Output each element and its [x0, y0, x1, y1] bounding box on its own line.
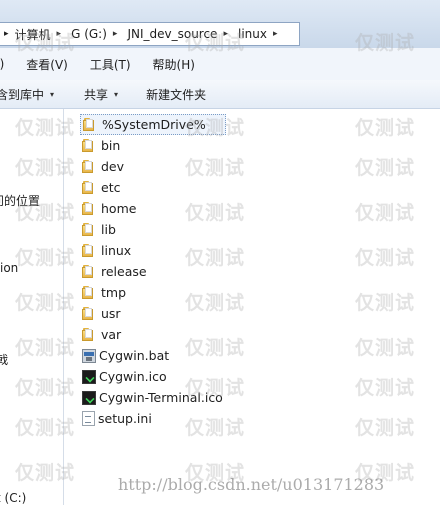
watermark-text: 仅测试 — [355, 292, 416, 314]
file-name: lib — [101, 222, 116, 237]
file-name: etc — [101, 180, 121, 195]
new-folder-button[interactable]: 新建文件夹 — [146, 86, 206, 103]
share-label: 共享 — [84, 87, 109, 102]
file-row-usr[interactable]: usr — [80, 303, 226, 324]
folder-icon — [82, 265, 98, 278]
batch-file-icon — [82, 348, 96, 363]
watermark-text: 仅测试 — [355, 157, 416, 179]
breadcrumb-computer[interactable]: 计算机 ▸ — [9, 26, 66, 43]
file-list: %SystemDrive% bin dev etc home lib linux… — [80, 114, 226, 429]
folder-icon — [82, 160, 98, 173]
file-row-setup-ini[interactable]: setup.ini — [80, 408, 226, 429]
new-folder-label: 新建文件夹 — [146, 87, 207, 102]
file-row-cygwin-bat[interactable]: Cygwin.bat — [80, 345, 226, 366]
navigation-pane: 问的位置 ion 戟 t (C:) — [0, 109, 64, 505]
folder-icon — [82, 202, 98, 215]
file-row-linux[interactable]: linux — [80, 240, 226, 261]
breadcrumb-label: 计算机 — [14, 27, 51, 42]
terminal-icon — [82, 369, 96, 384]
file-name: Cygwin.bat — [99, 348, 170, 363]
file-name: home — [101, 201, 137, 216]
watermark-text: 仅测试 — [355, 117, 416, 139]
watermark-text: 仅测试 — [355, 337, 416, 359]
chevron-down-icon: ▾ — [114, 89, 119, 99]
breadcrumb-jni-dev-source[interactable]: JNI_dev_source ▸ — [121, 27, 232, 41]
folder-icon — [82, 139, 98, 152]
include-in-library-button[interactable]: 含到库中 ▾ — [0, 86, 54, 103]
file-row-lib[interactable]: lib — [80, 219, 226, 240]
file-name: linux — [101, 243, 132, 258]
folder-icon — [82, 307, 98, 320]
file-name: bin — [101, 138, 121, 153]
file-name: var — [101, 327, 122, 342]
menu-bar: E) 查看(V) 工具(T) 帮助(H) — [0, 48, 440, 81]
watermark-credit-url: http://blog.csdn.net/u013171283 — [118, 475, 385, 494]
menu-view[interactable]: 查看(V) — [15, 56, 79, 73]
include-in-library-label: 含到库中 — [0, 87, 45, 102]
terminal-icon — [82, 390, 96, 405]
command-toolbar: 含到库中 ▾ 共享 ▾ 新建文件夹 — [0, 80, 440, 109]
file-row-var[interactable]: var — [80, 324, 226, 345]
breadcrumb-label: JNI_dev_source — [127, 27, 218, 41]
folder-icon — [82, 286, 98, 299]
breadcrumb-arrow-icon[interactable]: ▸ — [273, 29, 278, 39]
watermark-text: 仅测试 — [355, 202, 416, 224]
share-button[interactable]: 共享 ▾ — [84, 86, 118, 103]
watermark-text: 仅测试 — [355, 377, 416, 399]
file-name: %SystemDrive% — [102, 117, 206, 132]
nav-item-location[interactable]: ion — [0, 261, 18, 275]
breadcrumb-label: linux — [237, 27, 267, 41]
nav-item-network[interactable]: 戟 — [0, 351, 8, 368]
file-row-home[interactable]: home — [80, 198, 226, 219]
watermark-text: 仅测试 — [355, 417, 416, 439]
chevron-down-icon: ▾ — [50, 89, 55, 99]
file-name: Cygwin.ico — [99, 369, 167, 384]
watermark-text: 仅测试 — [355, 247, 416, 269]
breadcrumb-back-arrow[interactable]: ▸ — [0, 29, 9, 39]
nav-item-local-disk-c[interactable]: t (C:) — [0, 491, 26, 505]
file-name: usr — [101, 306, 121, 321]
nav-item-recent-places[interactable]: 问的位置 — [0, 192, 40, 209]
file-name: release — [101, 264, 147, 279]
breadcrumb-arrow-icon[interactable]: ▸ — [57, 29, 62, 39]
menu-help[interactable]: 帮助(H) — [142, 56, 206, 73]
file-name: tmp — [101, 285, 127, 300]
file-row-cygwin-terminal-ico[interactable]: Cygwin-Terminal.ico — [80, 387, 226, 408]
file-name: dev — [101, 159, 125, 174]
file-row-cygwin-ico[interactable]: Cygwin.ico — [80, 366, 226, 387]
file-row-tmp[interactable]: tmp — [80, 282, 226, 303]
file-name: Cygwin-Terminal.ico — [99, 390, 223, 405]
file-row-release[interactable]: release — [80, 261, 226, 282]
breadcrumb-drive[interactable]: G (G:) ▸ — [65, 27, 121, 41]
file-row-dev[interactable]: dev — [80, 156, 226, 177]
folder-icon — [82, 181, 98, 194]
breadcrumb-label: G (G:) — [71, 27, 107, 41]
menu-edit[interactable]: E) — [0, 57, 15, 71]
file-row-bin[interactable]: bin — [80, 135, 226, 156]
file-row-etc[interactable]: etc — [80, 177, 226, 198]
address-bar-region: ▸ 计算机 ▸ G (G:) ▸ JNI_dev_source ▸ linux … — [0, 0, 440, 49]
address-bar[interactable]: ▸ 计算机 ▸ G (G:) ▸ JNI_dev_source ▸ linux … — [0, 22, 300, 46]
file-row-systemdrive[interactable]: %SystemDrive% — [80, 114, 226, 135]
folder-icon — [82, 328, 98, 341]
breadcrumb-linux[interactable]: linux ▸ — [232, 27, 282, 41]
file-name: setup.ini — [98, 411, 152, 426]
menu-tools[interactable]: 工具(T) — [79, 56, 142, 73]
breadcrumb-arrow-icon[interactable]: ▸ — [113, 29, 118, 39]
folder-icon — [83, 118, 99, 131]
settings-file-icon — [82, 411, 95, 426]
folder-icon — [82, 223, 98, 236]
breadcrumb-arrow-icon[interactable]: ▸ — [223, 29, 228, 39]
folder-icon — [82, 244, 98, 257]
